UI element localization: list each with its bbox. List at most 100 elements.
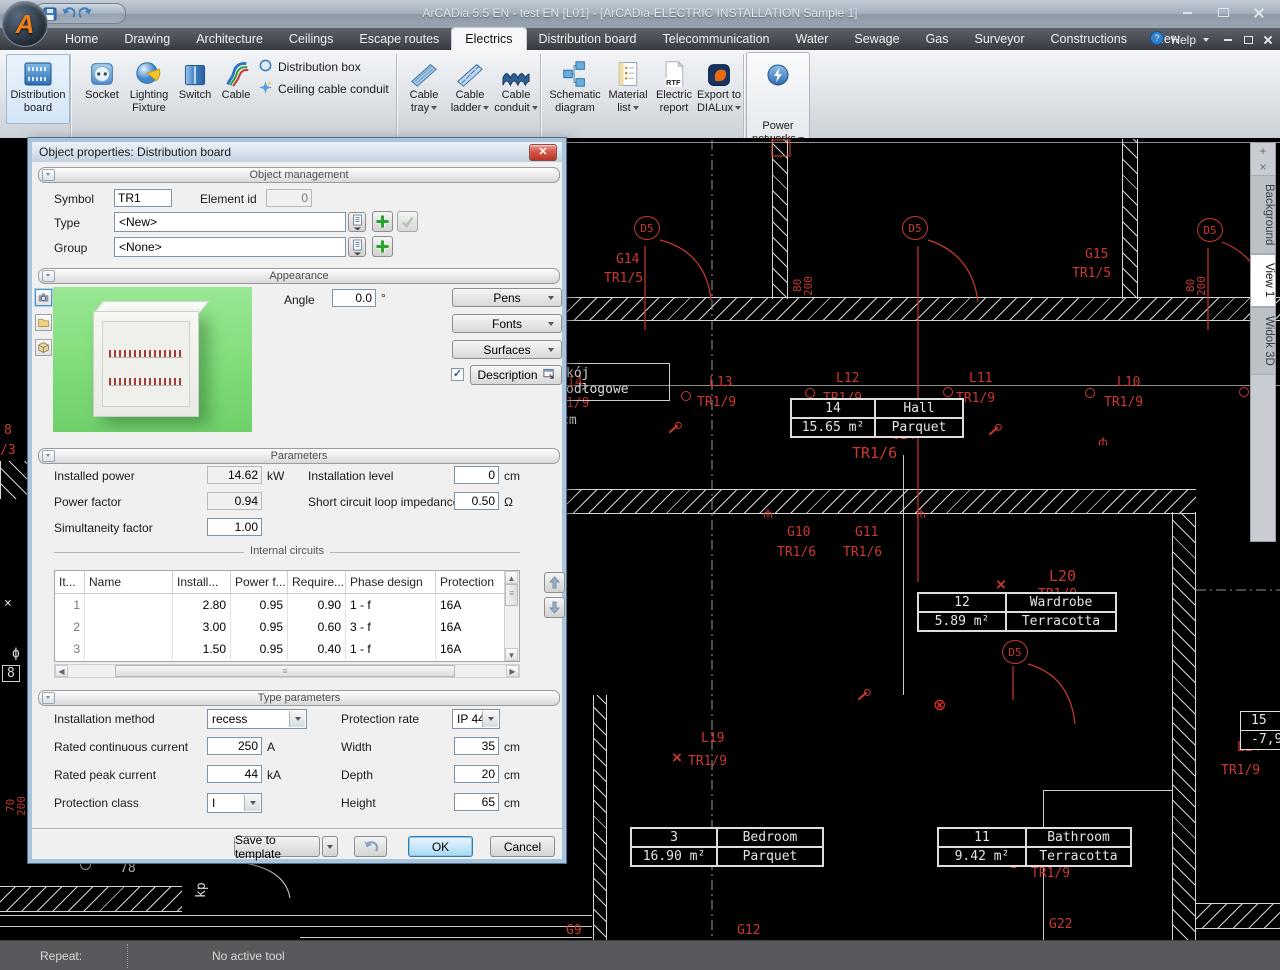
redo-icon[interactable] — [79, 7, 93, 21]
height-input[interactable]: 65 — [454, 793, 499, 811]
ribbon-button-distribution-board[interactable]: Distributionboard — [6, 54, 70, 124]
column-header-install-[interactable]: Install... — [173, 571, 231, 593]
impedance-input[interactable]: 0.50 — [454, 492, 499, 510]
help-label[interactable]: Help — [1171, 33, 1196, 47]
preview-view-icon[interactable] — [35, 289, 52, 306]
table-row[interactable]: 23.000.950.603 - f16A — [55, 616, 519, 638]
tab-constructions[interactable]: Constructions — [1038, 28, 1140, 50]
tab-escape-routes[interactable]: Escape routes — [346, 28, 452, 50]
scroll-left-icon[interactable]: ◀ — [55, 665, 68, 677]
table-row[interactable]: 12.800.950.901 - f16A — [55, 594, 519, 616]
help-icon[interactable]: ? — [1150, 31, 1164, 48]
cancel-button[interactable]: Cancel — [490, 836, 555, 857]
doc-restore-icon[interactable] — [1242, 34, 1254, 46]
doc-minimize-icon[interactable] — [1222, 34, 1234, 46]
view-tab-widok-3d[interactable]: Widok 3D — [1251, 307, 1275, 375]
table-vscrollbar[interactable]: ▲ ▼ — [504, 571, 519, 661]
collapse-icon[interactable] — [42, 270, 55, 282]
pens-button[interactable]: Pens — [452, 288, 562, 307]
table-row[interactable]: 31.500.950.401 - f16A — [55, 638, 519, 660]
view-3d-icon[interactable] — [35, 339, 52, 356]
collapse-icon[interactable] — [42, 692, 55, 704]
scroll-down-icon[interactable]: ▼ — [505, 648, 518, 661]
tab-electrics[interactable]: Electrics — [452, 28, 525, 50]
internal-circuits-table[interactable]: It...NameInstall...Power f...Require...P… — [54, 570, 520, 662]
description-button[interactable]: Description — [470, 365, 562, 385]
rated-peak-input[interactable]: 44 — [207, 765, 262, 783]
dialog-close-icon[interactable]: ✕ — [529, 144, 557, 161]
ribbon-button-distribution-box[interactable]: Distribution box — [258, 58, 361, 75]
ribbon-button-lighting-fixture[interactable]: LightingFixture — [124, 54, 174, 124]
collapse-icon[interactable] — [42, 450, 55, 462]
ribbon-button-cable[interactable]: Cable — [216, 54, 256, 124]
ribbon-button-cable-tray[interactable]: Cabletray — [402, 54, 446, 124]
collapse-icon[interactable] — [42, 169, 55, 181]
save-to-template-dropdown-icon[interactable] — [322, 836, 338, 857]
tab-sewage[interactable]: Sewage — [841, 28, 912, 50]
scroll-thumb[interactable] — [505, 584, 518, 606]
ribbon-button-electric-report[interactable]: RTFElectricreport — [652, 54, 696, 124]
undo-icon[interactable] — [61, 7, 75, 21]
help-dropdown-icon[interactable] — [1203, 38, 1209, 42]
section-parameters[interactable]: Parameters — [38, 448, 560, 464]
tab-drawing[interactable]: Drawing — [111, 28, 183, 50]
tab-home[interactable]: Home — [52, 28, 111, 50]
section-appearance[interactable]: Appearance — [38, 268, 560, 284]
depth-input[interactable]: 20 — [454, 765, 499, 783]
column-header-name[interactable]: Name — [85, 571, 173, 593]
tab-architecture[interactable]: Architecture — [183, 28, 276, 50]
ribbon-button-switch[interactable]: Switch — [172, 54, 218, 124]
section-object-management[interactable]: Object management — [38, 167, 560, 183]
description-checkbox[interactable]: ✓ — [451, 368, 464, 381]
open-file-icon[interactable] — [35, 314, 52, 331]
installation-level-input[interactable]: 0 — [454, 466, 499, 484]
table-hscrollbar[interactable]: ◀ ≡ ▶ — [54, 664, 520, 678]
column-header-require-[interactable]: Require... — [288, 571, 346, 593]
tab-gas[interactable]: Gas — [913, 28, 962, 50]
tab-surveyor[interactable]: Surveyor — [962, 28, 1038, 50]
installation-method-combo[interactable]: recess — [207, 709, 307, 729]
app-logo[interactable]: A — [2, 1, 48, 47]
row-move-down-icon[interactable] — [544, 597, 565, 618]
group-library-icon[interactable] — [348, 237, 366, 257]
group-combo[interactable]: <None> — [114, 237, 346, 257]
surfaces-button[interactable]: Surfaces — [452, 340, 562, 359]
section-type-parameters[interactable]: Type parameters — [38, 690, 560, 706]
save-to-template-button[interactable]: Save to template — [234, 836, 320, 857]
column-header-phase-design[interactable]: Phase design — [346, 571, 436, 593]
minimize-icon[interactable] — [1174, 5, 1200, 20]
ribbon-button-schematic-diagram[interactable]: Schematicdiagram — [546, 54, 604, 124]
close-icon[interactable] — [1246, 5, 1272, 20]
tab-telecommunication[interactable]: Telecommunication — [650, 28, 783, 50]
ribbon-button-material-list[interactable]: Materiallist — [604, 54, 652, 124]
dialog-title[interactable]: Object properties: Distribution board — [32, 142, 562, 162]
protection-rate-combo[interactable]: IP 44 — [452, 709, 500, 729]
row-move-up-icon[interactable] — [544, 572, 565, 593]
protection-class-combo[interactable]: I — [207, 793, 262, 813]
restore-icon[interactable] — [1210, 5, 1236, 20]
tab-ceilings[interactable]: Ceilings — [276, 28, 346, 50]
ribbon-button-cable-conduit[interactable]: Cableconduit — [492, 54, 540, 124]
doc-close-icon[interactable] — [1262, 34, 1274, 46]
close-view-icon[interactable]: × — [1251, 159, 1275, 175]
view-tab-background[interactable]: Background — [1251, 175, 1275, 254]
scroll-thumb[interactable]: ≡ — [115, 665, 455, 677]
repeat-label[interactable]: Repeat: — [40, 949, 82, 963]
tab-distribution-board[interactable]: Distribution board — [526, 28, 650, 50]
simultaneity-input[interactable]: 1.00 — [207, 518, 262, 536]
column-header-it-[interactable]: It... — [55, 571, 85, 593]
tab-water[interactable]: Water — [783, 28, 842, 50]
ribbon-button-ceiling-cable-conduit[interactable]: Ceiling cable conduit — [258, 80, 389, 97]
fonts-button[interactable]: Fonts — [452, 314, 562, 333]
type-combo[interactable]: <New> — [114, 212, 346, 232]
type-library-icon[interactable] — [348, 212, 366, 232]
ribbon-button-cable-ladder[interactable]: Cableladder — [446, 54, 494, 124]
ribbon-button-export-to-dialux[interactable]: Export toDIALux — [694, 54, 744, 124]
ribbon-button-socket[interactable]: Socket — [78, 54, 126, 124]
width-input[interactable]: 35 — [454, 737, 499, 755]
group-add-icon[interactable] — [372, 236, 393, 257]
column-header-protection[interactable]: Protection — [436, 571, 507, 593]
angle-input[interactable]: 0.0 — [332, 289, 376, 307]
symbol-input[interactable]: TR1 — [114, 189, 172, 207]
view-tab-view-1[interactable]: View 1 — [1251, 254, 1275, 306]
